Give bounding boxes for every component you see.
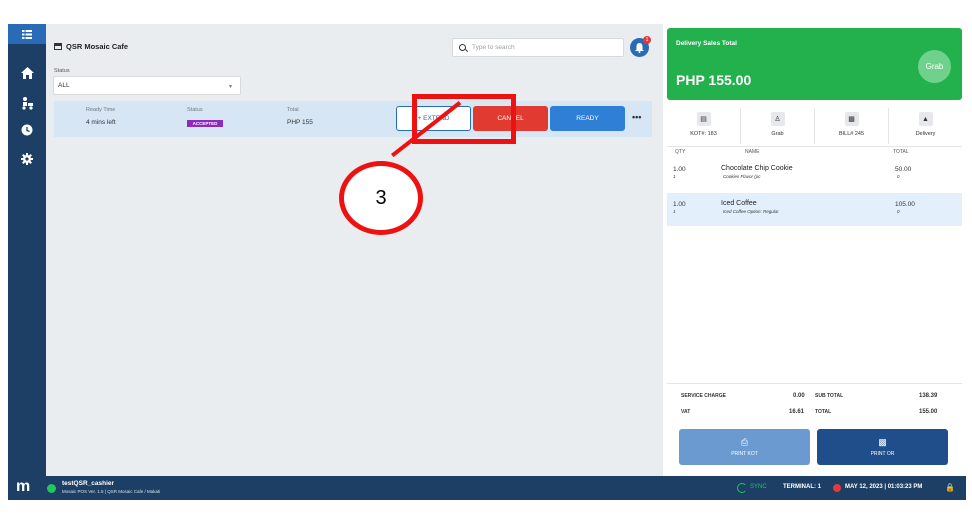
receipt-print-icon: ▩ — [878, 437, 887, 447]
status-badge: ACCEPTED — [187, 120, 223, 127]
provider-cell: ♙ Grab — [741, 108, 815, 144]
receipt-icon: ▤ — [696, 112, 711, 126]
item-qty: 1.00 — [673, 166, 686, 173]
terminal-label: TERMINAL: 1 — [783, 484, 821, 490]
status-label: Status — [187, 107, 203, 113]
current-user: testQSR_cashier — [62, 480, 115, 487]
print-kot-button[interactable]: ⎙ PRINT KOT — [679, 429, 810, 465]
service-charge-label: SERVICE CHARGE — [681, 393, 726, 399]
item-name: Chocolate Chip Cookie — [721, 165, 793, 172]
total-label: Total — [287, 107, 299, 113]
bill-number-cell: ▩ BILL# 245 — [815, 108, 889, 144]
chevron-down-icon: ▾ — [228, 84, 232, 90]
kot-number: KOT#: 183 — [690, 131, 717, 137]
delivery-sales-amount: PHP 155.00 — [676, 72, 752, 88]
item-total-sub: 0 — [897, 209, 900, 214]
store-icon — [54, 43, 62, 50]
status-filter-value: ALL — [58, 82, 70, 89]
step-callout: 3 — [339, 161, 423, 235]
order-summary: SERVICE CHARGE 0.00 VAT 16.61 SUB TOTAL … — [667, 383, 962, 423]
item-qty-sub: 1 — [673, 209, 676, 214]
name-header: NAME — [745, 149, 760, 155]
version-info: Mosaic POS Ver. 1.5 | QSR Mosaic Cafe / … — [62, 489, 161, 494]
bell-icon — [635, 42, 644, 53]
document-icon: ▩ — [844, 112, 859, 126]
notification-count-badge: 1 — [643, 36, 651, 44]
order-row[interactable]: Ready Time 4 mins left Status ACCEPTED T… — [54, 101, 652, 137]
bill-number: BILL# 245 — [838, 131, 865, 137]
step-number: 3 — [375, 186, 387, 209]
item-modifier: Iced Coffee Option: Regular — [723, 209, 779, 214]
more-options-button[interactable]: ••• — [632, 112, 641, 122]
provider-name: Grab — [771, 131, 784, 137]
total-value: 155.00 — [919, 409, 938, 415]
status-filter-select[interactable]: ALL ▾ — [53, 76, 241, 95]
app-window: QSR Mosaic Cafe Type to search 1 Status … — [8, 24, 966, 500]
order-item-row[interactable]: 1.00 1 Chocolate Chip Cookie Cookies Fla… — [667, 158, 962, 191]
order-details-panel: Delivery Sales Total PHP 155.00 Grab ▤ K… — [663, 24, 966, 476]
subtotal-label: SUB TOTAL — [815, 393, 844, 399]
delivery-nav-button[interactable] — [8, 92, 46, 114]
main-content: QSR Mosaic Cafe Type to search 1 Status … — [46, 24, 661, 476]
status-bar: m testQSR_cashier Mosaic POS Ver. 1.5 | … — [8, 476, 966, 500]
mosaic-logo: m — [16, 478, 31, 495]
lock-icon[interactable]: 🔒 — [945, 483, 955, 492]
item-name: Iced Coffee — [721, 200, 757, 207]
sidebar — [8, 24, 46, 476]
print-kot-label: PRINT KOT — [731, 451, 758, 457]
print-or-button[interactable]: ▩ PRINT OR — [817, 429, 948, 465]
total-value: PHP 155 — [287, 119, 313, 126]
item-total: 50.00 — [895, 166, 912, 173]
order-info-row: ▤ KOT#: 183 ♙ Grab ▩ BILL# 245 ▲ Deliver… — [667, 108, 962, 144]
item-total: 105.00 — [895, 201, 915, 208]
menu-grid-button[interactable] — [8, 24, 46, 44]
delivery-icon: ▲ — [918, 112, 933, 126]
total-label: TOTAL — [815, 409, 832, 415]
order-type-cell: ▲ Delivery — [889, 108, 962, 144]
ready-button[interactable]: READY — [550, 106, 625, 131]
items-table-header: QTY NAME TOTAL — [667, 146, 962, 156]
search-placeholder: Type to search — [472, 44, 515, 51]
vat-value: 16.61 — [789, 409, 805, 415]
sync-icon[interactable] — [737, 483, 747, 493]
kot-number-cell: ▤ KOT#: 183 — [667, 108, 741, 144]
delivery-person-icon — [21, 96, 33, 110]
date-time: MAY 12, 2023 | 01:03:23 PM — [845, 484, 923, 490]
item-qty: 1.00 — [673, 201, 686, 208]
person-icon: ♙ — [770, 112, 785, 126]
printer-icon: ⎙ — [740, 437, 749, 447]
history-button[interactable] — [8, 119, 46, 141]
settings-button[interactable] — [8, 148, 46, 170]
home-icon — [20, 67, 34, 79]
store-title: QSR Mosaic Cafe — [54, 42, 128, 51]
order-type: Delivery — [915, 131, 936, 137]
service-charge-value: 0.00 — [793, 393, 805, 399]
gear-icon — [21, 153, 33, 165]
item-modifier: Cookies Flavor (pc — [723, 174, 761, 179]
order-item-row[interactable]: 1.00 1 Iced Coffee Iced Coffee Option: R… — [667, 193, 962, 226]
record-status-icon — [833, 484, 841, 492]
print-or-label: PRINT OR — [870, 451, 895, 457]
home-button[interactable] — [8, 62, 46, 84]
vat-label: VAT — [681, 409, 691, 415]
sync-label[interactable]: SYNC — [750, 484, 767, 490]
item-qty-sub: 1 — [673, 174, 676, 179]
search-icon — [459, 44, 466, 51]
subtotal-value: 138.39 — [919, 393, 938, 399]
online-status-icon — [47, 484, 56, 493]
item-total-sub: 0 — [897, 174, 900, 179]
delivery-sales-card: Delivery Sales Total PHP 155.00 Grab — [667, 28, 962, 100]
grid-icon — [22, 29, 32, 39]
highlight-box — [412, 94, 516, 144]
status-filter-label: Status — [54, 68, 70, 74]
ready-time-value: 4 mins left — [86, 119, 116, 126]
qty-header: QTY — [675, 149, 686, 155]
store-name: QSR Mosaic Cafe — [66, 42, 129, 51]
ready-time-label: Ready Time — [86, 107, 116, 113]
total-header: TOTAL — [893, 149, 909, 155]
grab-logo: Grab — [918, 50, 951, 83]
delivery-sales-title: Delivery Sales Total — [676, 40, 737, 47]
clock-icon — [21, 124, 33, 136]
search-input[interactable]: Type to search — [452, 38, 624, 57]
